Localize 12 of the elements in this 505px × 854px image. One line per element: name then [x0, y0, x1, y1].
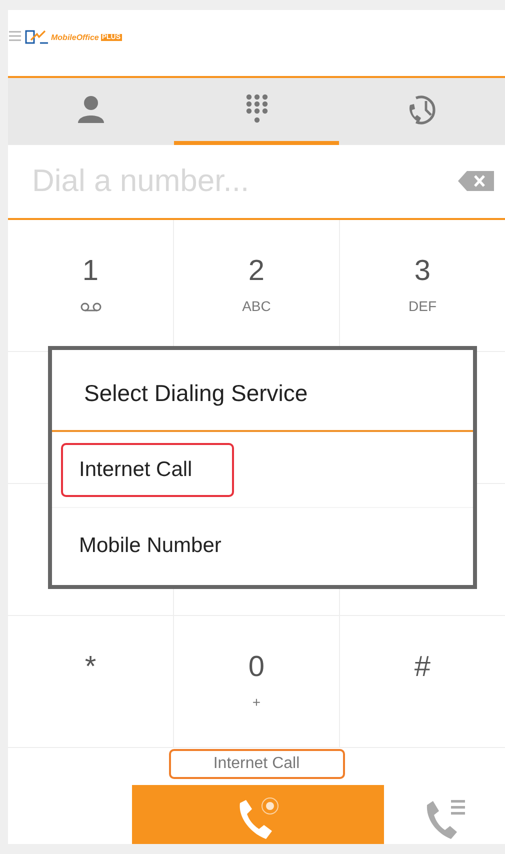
logo-icon	[25, 29, 49, 45]
dialog-title: Select Dialing Service	[52, 350, 473, 432]
logo-text: MobileOffice	[51, 32, 99, 42]
key-letters: +	[252, 694, 261, 710]
dialog-option[interactable]: Internet Call	[61, 442, 234, 496]
backspace-icon[interactable]	[457, 170, 495, 192]
call-button[interactable]	[132, 785, 384, 844]
key-letters: ABC	[242, 298, 271, 314]
voicemail-icon	[80, 302, 102, 312]
menu-icon[interactable]	[8, 29, 22, 43]
service-label: Internet Call	[168, 749, 344, 779]
key-letters: DEF	[408, 298, 436, 314]
